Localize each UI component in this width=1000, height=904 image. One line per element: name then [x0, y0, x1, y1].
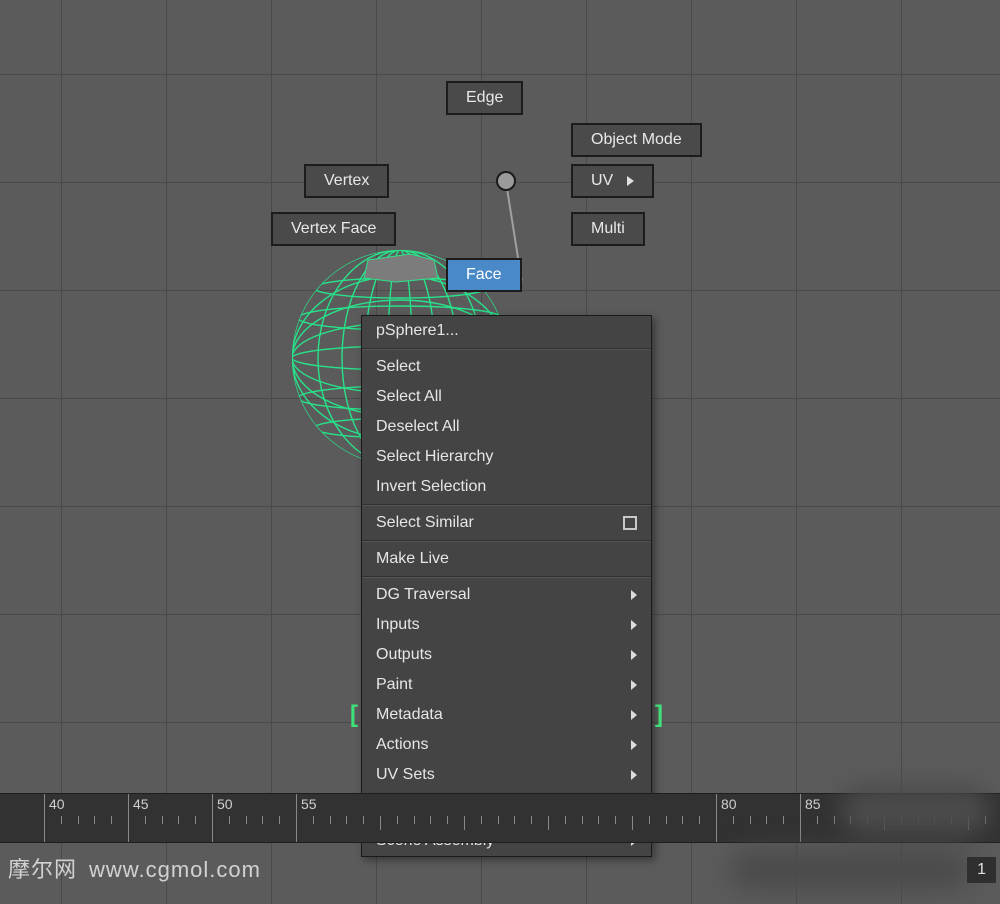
context-menu: pSphere1... Select Select All Deselect A…: [361, 315, 652, 857]
mm-multi[interactable]: Multi: [571, 212, 645, 246]
label: Face: [466, 266, 502, 284]
tick-label: 55: [301, 796, 317, 812]
label: Make Live: [376, 550, 449, 568]
separator: [362, 540, 651, 542]
bracket-icon: [: [350, 701, 358, 729]
label: 1: [977, 861, 986, 878]
ctx-select-all[interactable]: Select All: [362, 382, 651, 412]
mm-vertex[interactable]: Vertex: [304, 164, 389, 198]
ctx-paint[interactable]: Paint: [362, 670, 651, 700]
option-box-icon[interactable]: [623, 516, 637, 530]
label: UV Sets: [376, 766, 435, 784]
mm-object-mode[interactable]: Object Mode: [571, 123, 702, 157]
frame-display[interactable]: 1: [967, 857, 996, 883]
label: pSphere1...: [376, 322, 459, 340]
label: Invert Selection: [376, 478, 486, 496]
tick-label: 45: [133, 796, 149, 812]
submenu-arrow-icon: [631, 620, 637, 630]
label: UV: [591, 172, 613, 190]
marking-menu-origin-icon: [496, 171, 516, 191]
label: Vertex: [324, 172, 369, 190]
label: Multi: [591, 220, 625, 238]
label: Actions: [376, 736, 428, 754]
separator: [362, 504, 651, 506]
submenu-arrow-icon: [631, 740, 637, 750]
tick-label: 80: [721, 796, 737, 812]
submenu-arrow-icon: [631, 590, 637, 600]
label: Deselect All: [376, 418, 460, 436]
label: Inputs: [376, 616, 420, 634]
submenu-arrow-icon: [631, 710, 637, 720]
ctx-uv-sets[interactable]: UV Sets: [362, 760, 651, 790]
mm-vertex-face[interactable]: Vertex Face: [271, 212, 396, 246]
watermark: 摩尔网 www.cgmol.com: [8, 852, 261, 884]
mm-uv[interactable]: UV: [571, 164, 654, 198]
redaction: [840, 786, 990, 836]
ctx-actions[interactable]: Actions: [362, 730, 651, 760]
ctx-deselect-all[interactable]: Deselect All: [362, 412, 651, 442]
label: Select: [376, 358, 420, 376]
label: Outputs: [376, 646, 432, 664]
bracket-icon: ]: [655, 701, 663, 729]
submenu-arrow-icon: [627, 176, 634, 186]
mm-face[interactable]: Face: [446, 258, 522, 292]
redaction: [730, 850, 970, 890]
ctx-header[interactable]: pSphere1...: [362, 316, 651, 346]
tick-label: 85: [805, 796, 821, 812]
submenu-arrow-icon: [631, 650, 637, 660]
label: DG Traversal: [376, 586, 470, 604]
ctx-dg-traversal[interactable]: DG Traversal: [362, 580, 651, 610]
watermark-cn: 摩尔网: [8, 852, 77, 884]
ctx-select-hierarchy[interactable]: Select Hierarchy: [362, 442, 651, 472]
label: Paint: [376, 676, 412, 694]
label: Vertex Face: [291, 220, 376, 238]
ctx-make-live[interactable]: Make Live: [362, 544, 651, 574]
watermark-site: www.cgmol.com: [89, 857, 261, 883]
label: Metadata: [376, 706, 443, 724]
label: Select Hierarchy: [376, 448, 493, 466]
ctx-metadata[interactable]: [Metadata]: [362, 700, 651, 730]
tick-label: 50: [217, 796, 233, 812]
separator: [362, 348, 651, 350]
tick-label: 40: [49, 796, 65, 812]
submenu-arrow-icon: [631, 770, 637, 780]
submenu-arrow-icon: [631, 680, 637, 690]
label: Edge: [466, 89, 503, 107]
separator: [362, 576, 651, 578]
label: Select Similar: [376, 514, 474, 532]
ctx-select-similar[interactable]: Select Similar: [362, 508, 651, 538]
ctx-invert-selection[interactable]: Invert Selection: [362, 472, 651, 502]
mm-edge[interactable]: Edge: [446, 81, 523, 115]
ctx-inputs[interactable]: Inputs: [362, 610, 651, 640]
ctx-outputs[interactable]: Outputs: [362, 640, 651, 670]
label: Select All: [376, 388, 442, 406]
ctx-select[interactable]: Select: [362, 352, 651, 382]
label: Object Mode: [591, 131, 682, 149]
